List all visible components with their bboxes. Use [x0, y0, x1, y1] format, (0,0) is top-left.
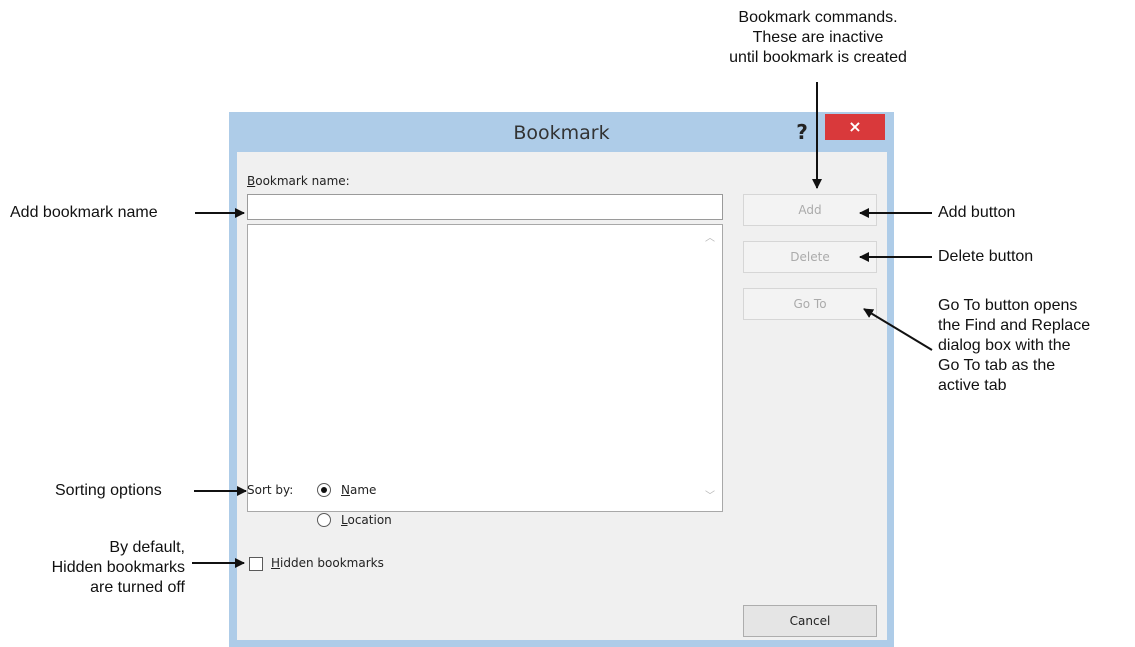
- scroll-up-icon[interactable]: ︿: [704, 233, 716, 245]
- bookmark-dialog: Bookmark ? × Bookmark name: ︿ ﹀ Add Dele…: [229, 112, 894, 647]
- callout-goto-button: Go To button opens the Find and Replace …: [938, 297, 1091, 394]
- goto-button[interactable]: Go To: [743, 288, 877, 320]
- callout-bookmark-commands: Bookmark commands. These are inactive un…: [729, 9, 907, 66]
- callout-sorting-options: Sorting options: [55, 482, 162, 499]
- bookmark-list[interactable]: ︿ ﹀: [247, 224, 723, 512]
- sort-by-label: Sort by:: [247, 483, 294, 497]
- callout-add-bookmark-name: Add bookmark name: [10, 204, 158, 221]
- help-button[interactable]: ?: [789, 120, 815, 144]
- callout-hidden-bookmarks: By default, Hidden bookmarks are turned …: [51, 539, 185, 596]
- hidden-bookmarks-label[interactable]: Hidden bookmarks: [271, 556, 384, 570]
- sort-location-label[interactable]: Location: [341, 513, 392, 527]
- bookmark-name-input[interactable]: [247, 194, 723, 220]
- close-button[interactable]: ×: [825, 114, 885, 140]
- hidden-bookmarks-checkbox[interactable]: [249, 557, 263, 571]
- callout-delete-button: Delete button: [938, 248, 1034, 265]
- sort-name-radio[interactable]: [317, 483, 331, 497]
- delete-button[interactable]: Delete: [743, 241, 877, 273]
- callout-add-button: Add button: [938, 204, 1016, 221]
- cancel-button[interactable]: Cancel: [743, 605, 877, 637]
- sort-name-label[interactable]: Name: [341, 483, 376, 497]
- scroll-down-icon[interactable]: ﹀: [704, 491, 716, 503]
- bookmark-name-label: Bookmark name:: [247, 174, 350, 188]
- add-button[interactable]: Add: [743, 194, 877, 226]
- sort-location-radio[interactable]: [317, 513, 331, 527]
- title-bar: Bookmark ? ×: [229, 112, 894, 152]
- dialog-body: Bookmark name: ︿ ﹀ Add Delete Go To Canc…: [237, 152, 887, 640]
